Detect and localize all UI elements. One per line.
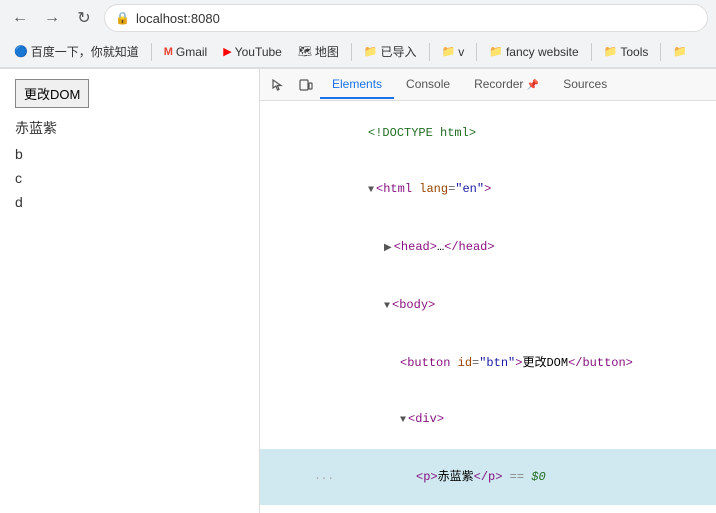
doctype-content: <!DOCTYPE html>	[292, 106, 716, 160]
devtools-panel: Elements Console Recorder 📌 Sources <!DO…	[260, 69, 716, 513]
bookmark-extra[interactable]: 📁	[667, 43, 693, 60]
p-red-close: </p>	[474, 470, 503, 484]
html-open-content: ▼<html lang="en">	[292, 162, 716, 218]
div-triangle[interactable]: ▼	[400, 415, 406, 426]
btn-text: 更改DOM	[522, 356, 568, 370]
p-red-text: 赤蓝紫	[438, 470, 474, 484]
head-tag: <head>	[394, 240, 437, 254]
bookmark-youtube[interactable]: ▶ YouTube	[217, 43, 288, 61]
tools-folder-icon: 📁	[604, 45, 618, 58]
devtools-tabs: Elements Console Recorder 📌 Sources	[260, 69, 716, 101]
page-text-c: c	[15, 170, 244, 186]
body-open-line: ▼<body>	[260, 277, 716, 335]
browser-chrome: ← → ↻ 🔒 localhost:8080 🔵 百度一下，你就知道 M Gma…	[0, 0, 716, 69]
equals-sign: ==	[502, 470, 531, 484]
bookmark-tools-label: Tools	[620, 45, 648, 59]
gmail-icon: M	[164, 46, 173, 58]
doctype-text: <!DOCTYPE html>	[368, 126, 476, 140]
address-bar[interactable]: 🔒 localhost:8080	[104, 4, 708, 32]
bookmark-baidu-label: 百度一下，你就知道	[31, 43, 139, 60]
tab-recorder[interactable]: Recorder 📌	[462, 71, 551, 99]
folder-icon2: 📁	[442, 45, 456, 58]
back-button[interactable]: ←	[8, 6, 32, 30]
forward-button[interactable]: →	[40, 6, 64, 30]
tab-sources[interactable]: Sources	[551, 71, 619, 99]
bookmark-separator6	[660, 43, 661, 61]
dots-indicator: ...	[308, 468, 340, 486]
bookmark-baidu[interactable]: 🔵 百度一下，你就知道	[8, 41, 145, 62]
p-red-open: <p>	[416, 470, 438, 484]
html-triangle[interactable]: ▼	[368, 185, 374, 196]
bookmark-imported-label: 已导入	[381, 43, 417, 60]
main-area: 更改DOM 赤蓝紫 b c d Elements Console Recorde…	[0, 69, 716, 513]
url-text: localhost:8080	[136, 11, 220, 26]
bookmark-separator5	[591, 43, 592, 61]
bookmark-maps-label: 地图	[315, 43, 339, 60]
bookmark-fancy[interactable]: 📁 fancy website	[483, 43, 584, 61]
bookmark-tools[interactable]: 📁 Tools	[598, 43, 655, 61]
body-content: ▼<body>	[308, 278, 716, 334]
bookmark-v-label: v	[458, 45, 464, 59]
body-tag: <body>	[392, 298, 435, 312]
devtools-html-tree: <!DOCTYPE html> ▼<html lang="en"> ▶<head…	[260, 101, 716, 513]
bookmark-imported[interactable]: 📁 已导入	[358, 41, 423, 62]
div-open-line: ▼<div>	[260, 391, 716, 449]
bookmark-gmail[interactable]: M Gmail	[158, 43, 214, 61]
device-icon[interactable]	[292, 71, 320, 99]
tab-elements[interactable]: Elements	[320, 71, 394, 99]
bookmark-separator4	[476, 43, 477, 61]
folder-icon1: 📁	[364, 45, 378, 58]
bookmark-gmail-label: Gmail	[176, 45, 207, 59]
bookmarks-bar: 🔵 百度一下，你就知道 M Gmail ▶ YouTube 🗺 地图 📁 已导入…	[0, 36, 716, 68]
nav-bar: ← → ↻ 🔒 localhost:8080	[0, 0, 716, 36]
bookmark-separator	[151, 43, 152, 61]
folder-icon3: 📁	[489, 45, 503, 58]
maps-icon: 🗺	[298, 45, 312, 58]
btn-open-tag: <button	[400, 356, 458, 370]
page-text-red: 赤蓝紫	[15, 118, 244, 138]
head-content: ▶<head>…</head>	[308, 220, 716, 276]
html-tag: <html	[376, 182, 412, 196]
p-red-content: <p>赤蓝紫</p> == $0	[340, 450, 716, 504]
youtube-icon: ▶	[223, 45, 231, 58]
baidu-icon: 🔵	[14, 45, 28, 58]
bookmark-v[interactable]: 📁 v	[436, 43, 471, 61]
change-dom-button[interactable]: 更改DOM	[15, 79, 89, 108]
bookmark-separator2	[351, 43, 352, 61]
page-text-b: b	[15, 146, 244, 162]
html-doctype-line: <!DOCTYPE html>	[260, 105, 716, 161]
head-close-tag: </head>	[444, 240, 494, 254]
reload-button[interactable]: ↻	[72, 6, 96, 30]
lang-value: "en"	[455, 182, 484, 196]
html-open-line: ▼<html lang="en">	[260, 161, 716, 219]
page-content: 更改DOM 赤蓝紫 b c d	[0, 69, 260, 513]
lang-attr: lang	[419, 182, 448, 196]
div-tag: <div>	[408, 412, 444, 426]
html-close-bracket: >	[484, 182, 491, 196]
bookmark-youtube-label: YouTube	[235, 45, 282, 59]
head-triangle[interactable]: ▶	[384, 243, 392, 254]
p-red-line: ... <p>赤蓝紫</p> == $0	[260, 449, 716, 505]
button-element-content: <button id="btn">更改DOM</button>	[324, 336, 716, 390]
tab-console[interactable]: Console	[394, 71, 462, 99]
body-triangle[interactable]: ▼	[384, 301, 390, 312]
bookmark-fancy-label: fancy website	[506, 45, 579, 59]
recorder-pin-icon: 📌	[527, 80, 539, 91]
bookmark-separator3	[429, 43, 430, 61]
bookmark-maps[interactable]: 🗺 地图	[292, 41, 345, 62]
button-element-line: <button id="btn">更改DOM</button>	[260, 335, 716, 391]
btn-id-attr: id	[458, 356, 472, 370]
dollar-zero: $0	[531, 470, 545, 484]
btn-id-value: "btn"	[479, 356, 515, 370]
head-collapsed-line: ▶<head>…</head>	[260, 219, 716, 277]
folder-icon4: 📁	[673, 45, 687, 58]
page-text-d: d	[15, 194, 244, 210]
lock-icon: 🔒	[115, 11, 130, 25]
btn-close-tag: </button>	[568, 356, 633, 370]
div-open-content: ▼<div>	[324, 392, 716, 448]
cursor-icon[interactable]	[264, 71, 292, 99]
